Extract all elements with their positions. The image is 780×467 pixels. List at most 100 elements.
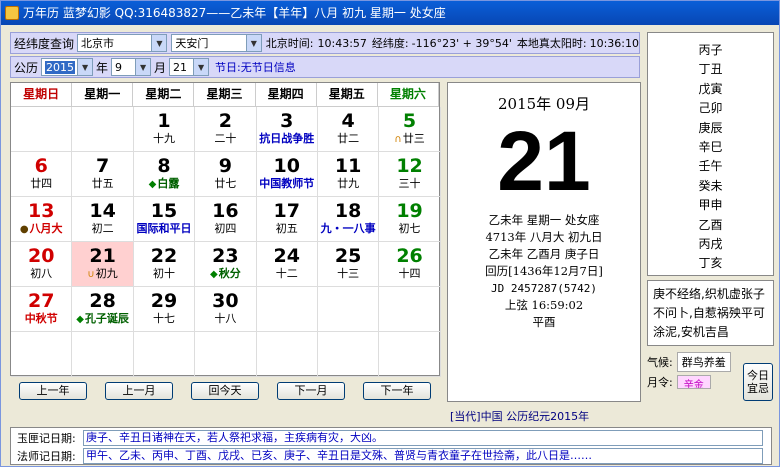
ganzhi-item: 丁丑 <box>698 62 723 77</box>
day-number: 19 <box>396 200 423 222</box>
lunar-label: 廿五 <box>72 177 132 191</box>
lunar-text: 初七 <box>398 222 421 235</box>
calendar-day-cell[interactable]: 20 初八 <box>11 242 73 287</box>
calendar-day-cell[interactable]: 19 初七 <box>379 197 441 242</box>
lunar-label: 初八 <box>11 267 71 281</box>
calendar-nav: 上一年 上一月 回今天 下一月 下一年 <box>10 380 440 402</box>
prev-month-button[interactable]: 上一月 <box>105 382 173 400</box>
climate-row: 气候: 群鸟养羞 <box>647 352 741 372</box>
calendar-day-cell[interactable]: 13 ●八月大 <box>11 197 73 242</box>
calendar-day-cell[interactable]: 29 十七 <box>133 287 196 332</box>
yuxia-text[interactable]: 庚子、辛丑日诸神在天，若人祭祀求福，主疾病有灾，大凶。 <box>83 430 763 446</box>
calendar-day-cell[interactable]: 25 十三 <box>317 242 380 287</box>
calendar-day-cell[interactable]: 9 廿七 <box>195 152 257 197</box>
detail-line-2: 4713年 八月大 初九日 <box>485 230 603 244</box>
lunar-label: 抗日战争胜 <box>257 132 317 146</box>
fashi-label: 法师记日期: <box>17 450 76 463</box>
fashi-row: 法师记日期: 甲午、乙未、丙申、丁酉、戊戌、已亥、庚子、辛丑日是文殊、普贤与青衣… <box>11 447 771 465</box>
calendar-day-cell[interactable]: 22 初十 <box>133 242 196 287</box>
day-number: 14 <box>89 200 116 222</box>
day-number: 30 <box>212 290 239 312</box>
title-bar[interactable]: 万年历 蓝梦幻影 QQ:316483827——乙未年【羊年】八月 初九 星期一 … <box>1 1 779 25</box>
lunar-text: 廿九 <box>337 177 360 190</box>
district-select[interactable]: 天安门 ▼ <box>171 34 262 52</box>
month-label: 月 <box>154 60 167 75</box>
calendar-day-cell[interactable]: 28 ◆孔子诞辰 <box>72 287 134 332</box>
calendar-day-cell[interactable]: 18 九・一八事 <box>317 197 380 242</box>
chevron-down-icon[interactable]: ▼ <box>77 59 93 75</box>
calendar-day-cell[interactable]: 17 初五 <box>256 197 318 242</box>
window-title: 万年历 蓝梦幻影 QQ:316483827——乙未年【羊年】八月 初九 星期一 … <box>23 6 446 20</box>
calendar-day-cell[interactable]: 24 十二 <box>256 242 318 287</box>
prev-year-button[interactable]: 上一年 <box>19 382 87 400</box>
day-number: 6 <box>34 155 48 177</box>
lunar-label: 廿九 <box>318 177 378 191</box>
calendar-day-cell[interactable]: 15 国际和平日 <box>133 197 196 242</box>
calendar-day-cell[interactable]: 21 ∪初九 <box>72 242 134 287</box>
lunar-label: ∪初九 <box>72 267 132 282</box>
calendar-empty-cell <box>256 287 318 332</box>
year-select[interactable]: 2015 ▼ <box>41 58 94 76</box>
calendar-empty-cell <box>317 287 380 332</box>
year-month-heading: 2015年 09月 <box>497 95 591 113</box>
climate-label: 气候: <box>647 356 673 369</box>
calendar-day-cell[interactable]: 2 二十 <box>195 107 257 152</box>
ganzhi-item: 庚辰 <box>698 120 723 135</box>
lunar-label: ◆孔子诞辰 <box>72 312 132 327</box>
yueling-label: 月令: <box>647 376 673 389</box>
chevron-down-icon[interactable]: ▼ <box>135 59 151 75</box>
calendar-day-cell[interactable]: 27 中秋节 <box>11 287 73 332</box>
next-year-button[interactable]: 下一年 <box>363 382 431 400</box>
calendar-day-cell[interactable]: 6 廿四 <box>11 152 73 197</box>
weekday-header-cell: 星期五 <box>316 83 378 107</box>
lunar-text: 十三 <box>337 267 360 280</box>
day-number: 27 <box>27 290 55 312</box>
day-number: 2 <box>218 110 232 132</box>
day-number: 18 <box>334 200 362 222</box>
calendar-day-cell[interactable]: 12 三十 <box>379 152 441 197</box>
today-button[interactable]: 回今天 <box>191 382 259 400</box>
today-yiji-button[interactable]: 今日宜忌 <box>743 363 773 401</box>
chevron-down-icon[interactable]: ▼ <box>245 35 261 51</box>
detail-line-7: 平酉 <box>532 315 556 329</box>
city-select[interactable]: 北京市 ▼ <box>77 34 168 52</box>
detail-line-5: JD 2457287(5742) <box>491 282 597 295</box>
weekday-header: 星期日 星期一 星期二 星期三 星期四 星期五 星期六 <box>11 83 439 107</box>
lunar-label: 国际和平日 <box>134 222 194 236</box>
chevron-down-icon[interactable]: ▼ <box>193 59 209 75</box>
fashi-text[interactable]: 甲午、乙未、丙申、丁酉、戊戌、已亥、庚子、辛丑日是文殊、普贤与青衣童子在世捡斋，… <box>83 448 763 464</box>
calendar-grid: 1 十九 2 二十 3 抗日战争胜 4 廿二 5 ∩廿三 6 廿四 7 廿五 8 ◆白露 9 廿七 10 中国教师节 1… <box>11 107 441 377</box>
month-select[interactable]: 9 ▼ <box>111 58 152 76</box>
lunar-label: 三十 <box>379 177 439 191</box>
lunar-text: 廿五 <box>91 177 114 190</box>
latlon-query-label[interactable]: 经纬度查询 <box>11 35 77 52</box>
day-number: 7 <box>95 155 110 177</box>
calendar-day-cell[interactable]: 8 ◆白露 <box>133 152 196 197</box>
yueling-row: 月令: 辛金 <box>647 374 741 390</box>
lunar-label: 廿七 <box>195 177 255 191</box>
day-value: 21 <box>173 60 188 74</box>
next-month-button[interactable]: 下一月 <box>277 382 345 400</box>
calendar-day-cell[interactable]: 1 十九 <box>133 107 196 152</box>
calendar-day-cell[interactable]: 5 ∩廿三 <box>379 107 441 152</box>
detail-line-3: 乙未年 乙酉月 庚子日 <box>488 247 600 261</box>
era-line: [当代]中国 公历纪元2015年 <box>450 410 590 423</box>
calendar-day-cell[interactable]: 11 廿九 <box>317 152 380 197</box>
calendar-day-cell[interactable]: 16 初四 <box>195 197 257 242</box>
lunar-text: 廿三 <box>402 132 425 145</box>
calendar-day-cell[interactable]: 30 十八 <box>195 287 257 332</box>
day-select[interactable]: 21 ▼ <box>169 58 210 76</box>
calendar-day-cell[interactable]: 7 廿五 <box>72 152 134 197</box>
calendar-day-cell[interactable]: 10 中国教师节 <box>256 152 318 197</box>
calendar-day-cell[interactable]: 4 廿二 <box>317 107 380 152</box>
calendar-day-cell[interactable]: 3 抗日战争胜 <box>256 107 318 152</box>
calendar-day-cell[interactable]: 23 ◆秋分 <box>195 242 257 287</box>
calendar-day-cell[interactable]: 26 十四 <box>379 242 441 287</box>
year-label: 年 <box>96 60 109 75</box>
festival-value: 无节日信息 <box>240 61 296 74</box>
chevron-down-icon[interactable]: ▼ <box>151 35 167 51</box>
ganzhi-item: 壬午 <box>698 159 723 174</box>
calendar-day-cell[interactable]: 14 初二 <box>72 197 134 242</box>
marker-icon: ◆ <box>148 179 157 190</box>
lunar-label: 二十 <box>195 132 255 146</box>
